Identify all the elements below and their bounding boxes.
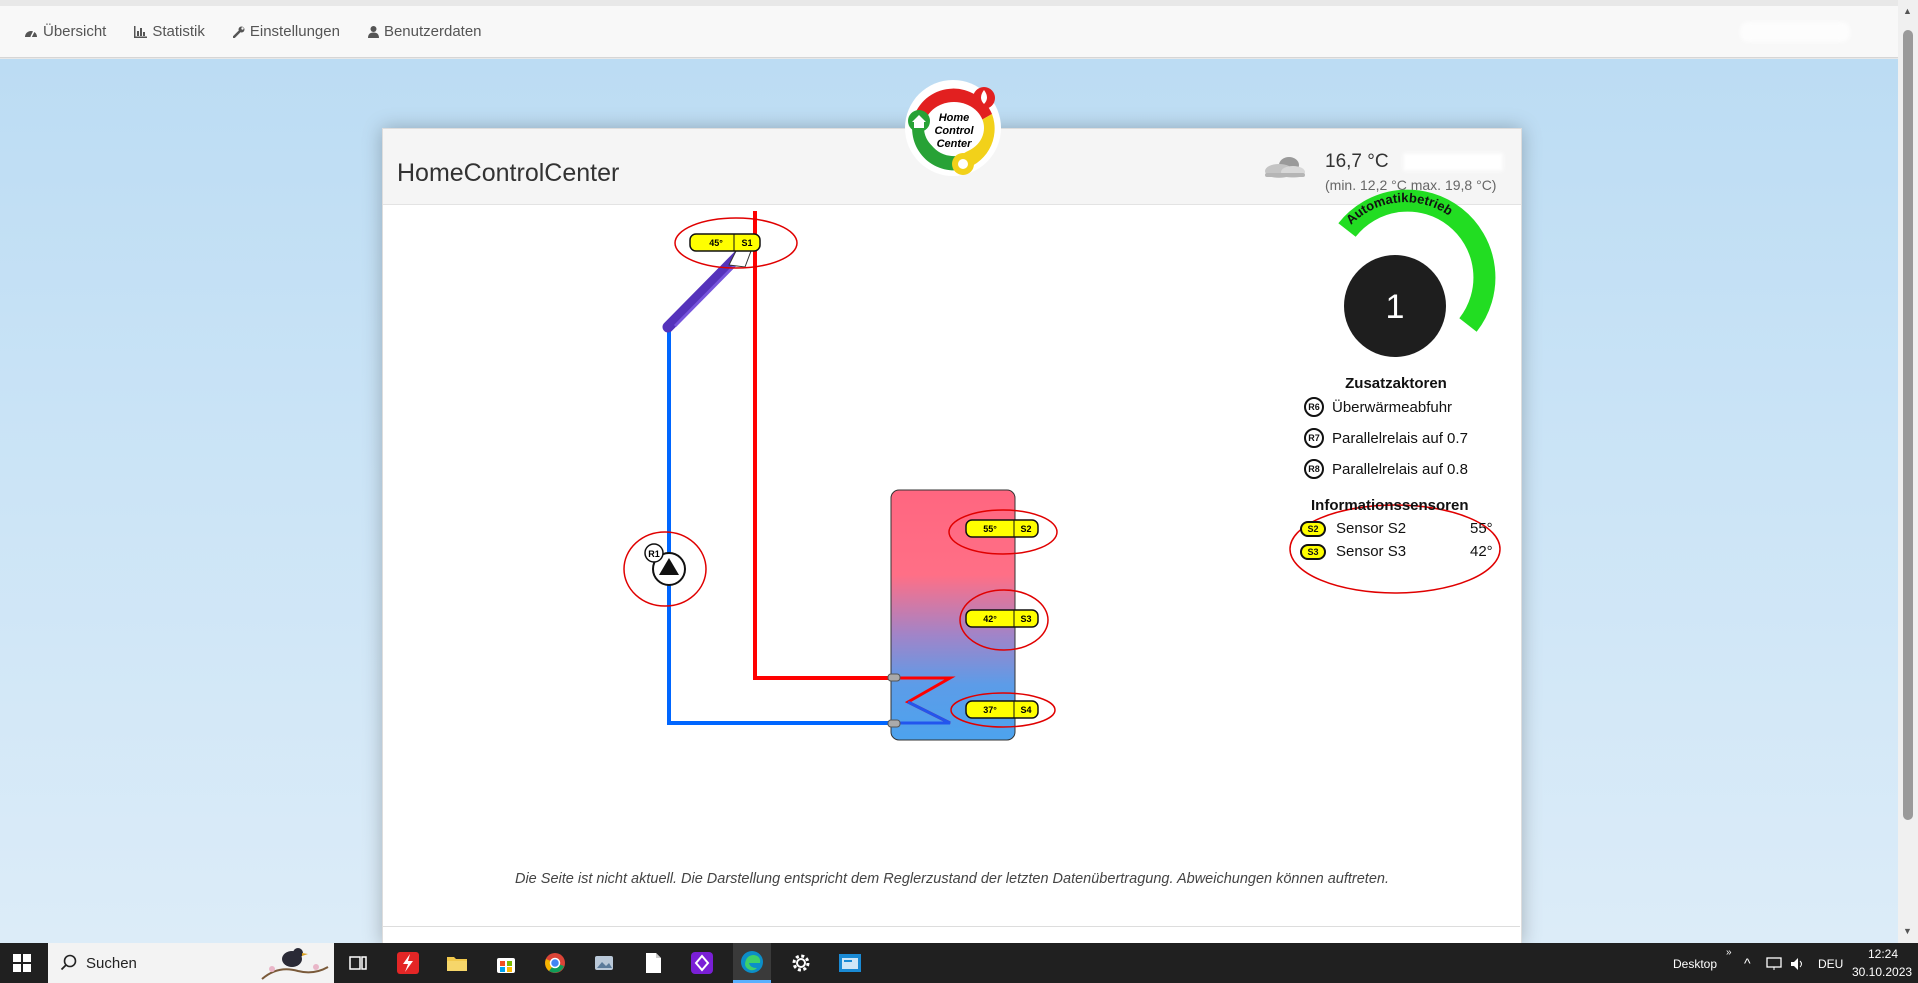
nav-label: Einstellungen [249,23,340,40]
sensor-s1[interactable]: 45° S1 [689,233,761,252]
scroll-up-icon[interactable]: ▲ [1903,6,1912,16]
mode-number: 1 [1386,288,1405,326]
sensor-s3[interactable]: 42° S3 [965,609,1039,628]
search-label: Suchen [86,954,137,972]
sensor-label: Sensor S2 [1336,520,1407,537]
search-icon [60,954,77,971]
volume-icon[interactable] [1790,957,1806,971]
zusatzaktoren-title: Zusatzaktoren [1345,375,1447,392]
sensor-s2-id: S2 [1020,524,1031,534]
nav-benutzerdaten[interactable]: Benutzerdaten [367,23,482,40]
pipe-connector [887,719,901,728]
desktop-toolbar-label[interactable]: Desktop [1673,957,1717,971]
nav-ubersicht[interactable]: Übersicht [24,23,106,40]
pump-r1[interactable]: R1 [644,543,686,586]
settings-gear-icon[interactable] [787,949,815,977]
main-panel: HomeControlCenter 16,7 °C (min. 12,2 °C … [382,128,1522,945]
chevron-up-icon[interactable]: ^ [1744,955,1751,971]
chevron-right-icon[interactable]: » [1726,947,1732,958]
taskbar-search[interactable]: Suchen [48,943,334,983]
sensor-value: 55° [1470,520,1493,537]
info-sensor-row-s3[interactable]: S3 Sensor S3 42° [1300,543,1500,560]
sensor-label: Sensor S3 [1336,543,1407,560]
sensor-badge: S3 [1300,543,1326,560]
sensor-s3-id: S3 [1020,614,1031,624]
file-explorer-icon[interactable] [443,949,471,977]
panel-divider [382,926,1520,927]
cold-pipe [667,328,897,725]
sensor-s4-id: S4 [1020,705,1031,715]
clock-date[interactable]: 30.10.2023 [1852,965,1912,979]
pump-r1-id: R1 [648,549,660,559]
nav-label: Benutzerdaten [383,23,482,40]
info-sensor-row-s2[interactable]: S2 Sensor S2 55° [1300,520,1500,537]
informationssensoren-title: Informationssensoren [1311,497,1469,514]
scroll-down-icon[interactable]: ▼ [1903,926,1912,936]
relay-badge: R8 [1304,459,1324,479]
app-icon-blue-window[interactable] [836,949,864,977]
sensor-badge: S2 [1300,520,1326,537]
relay-label: Parallelrelais auf 0.7 [1332,429,1468,447]
edge-icon[interactable] [733,943,771,983]
dashboard-icon [25,30,37,37]
relay-row-r6[interactable]: R6 Überwärmeabfuhr [1304,397,1452,417]
vertical-scrollbar[interactable]: ▲ ▼ [1898,0,1918,943]
relay-badge: R6 [1304,397,1324,417]
app-icon-gallery[interactable] [590,949,618,977]
task-view-icon[interactable] [344,949,372,977]
nav-statistik[interactable]: Statistik [134,23,205,40]
hot-pipe [753,211,897,680]
search-highlight-bird-icon [261,948,329,980]
relay-row-r8[interactable]: R8 Parallelrelais auf 0.8 [1304,459,1468,479]
windows-taskbar: Suchen Desktop » ^ DEU 12:24 30.10.2023 [0,943,1918,983]
scroll-thumb[interactable] [1903,30,1913,820]
nav-einstellungen[interactable]: Einstellungen [232,23,340,40]
app-icon-red[interactable] [394,949,422,977]
app-icon-purple[interactable] [688,949,716,977]
sensor-s1-id: S1 [741,238,752,248]
nav-label: Übersicht [43,23,107,40]
sensor-s4-value: 37° [983,705,997,715]
wrench-icon [232,26,245,38]
hcc-logo: Home Control Center [905,80,1001,176]
nav-label: Statistik [152,23,205,40]
sensor-s2[interactable]: 55° S2 [965,519,1039,538]
sensor-s2-value: 55° [983,524,997,534]
clock-time[interactable]: 12:24 [1868,947,1898,961]
logo-text-1: Home [939,112,970,124]
relay-badge: R7 [1304,428,1324,448]
relay-label: Parallelrelais auf 0.8 [1332,460,1468,478]
sensor-value: 42° [1470,543,1493,560]
bar-chart-icon [134,25,148,38]
pipe-connector [887,673,901,682]
logo-text-3: Center [937,138,973,150]
top-navigation: Übersicht Statistik Einstellungen Benutz… [0,6,1898,58]
relay-row-r7[interactable]: R7 Parallelrelais auf 0.7 [1304,428,1468,448]
user-icon [367,25,379,38]
language-indicator[interactable]: DEU [1818,957,1843,971]
notepad-icon[interactable] [639,949,667,977]
user-name-redacted[interactable] [1740,22,1850,42]
sensor-s3-value: 42° [983,614,997,624]
stale-data-notice: Die Seite ist nicht aktuell. Die Darstel… [514,871,1389,887]
store-icon[interactable] [492,949,520,977]
relay-label: Überwärmeabfuhr [1332,398,1453,416]
sensor-s4[interactable]: 37° S4 [965,700,1039,719]
network-icon[interactable] [1766,957,1782,971]
logo-text-2: Control [934,125,974,137]
windows-start-icon[interactable] [8,949,36,977]
chrome-icon[interactable] [541,949,569,977]
sensor-s1-value: 45° [709,238,723,248]
